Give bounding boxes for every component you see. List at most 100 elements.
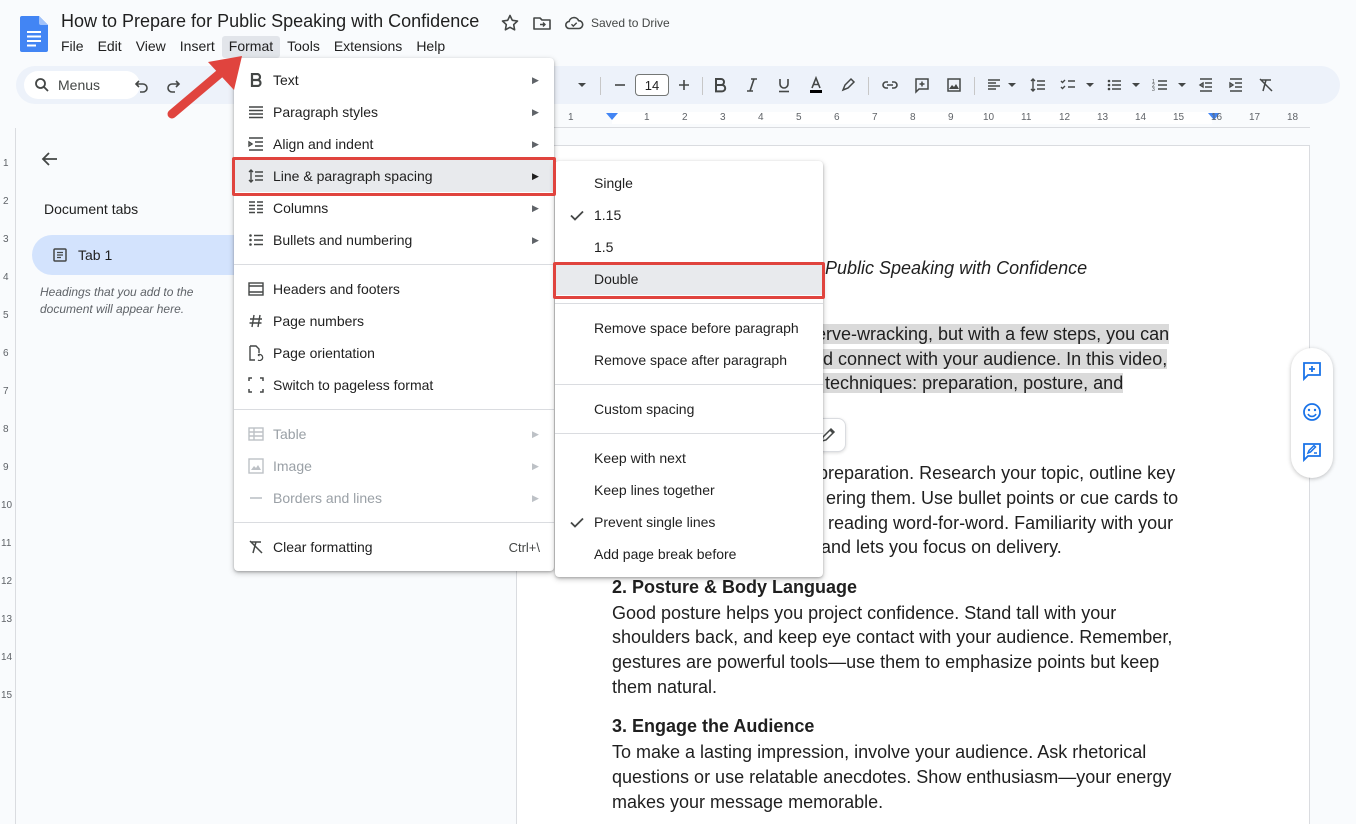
format-menu-clear-formatting[interactable]: Clear formatting Ctrl+\ <box>234 531 554 563</box>
line-spacing-icon[interactable] <box>1028 75 1048 95</box>
section3-line-1[interactable]: To make a lasting impression, involve yo… <box>612 740 1146 765</box>
insert-link-icon[interactable] <box>880 75 900 95</box>
format-menu-align-indent[interactable]: Align and indent ▶ <box>234 128 554 160</box>
svg-text:3: 3 <box>1152 87 1155 93</box>
custom-spacing[interactable]: Custom spacing <box>555 393 823 425</box>
insert-image-icon[interactable] <box>944 75 964 95</box>
section2-heading[interactable]: 2. Posture & Body Language <box>612 577 857 598</box>
section2-line-4[interactable]: them natural. <box>612 675 717 700</box>
intro-line-3[interactable]: l techniques: preparation, posture, and <box>816 371 1124 396</box>
spacing-single[interactable]: Single <box>555 167 823 199</box>
checklist-icon[interactable] <box>1058 75 1078 95</box>
format-menu-headers-footers[interactable]: Headers and footers <box>234 273 554 305</box>
section3-line-2[interactable]: questions or use relatable anecdotes. Sh… <box>612 765 1171 790</box>
format-menu-text[interactable]: Text ▶ <box>234 64 554 96</box>
menu-divider <box>555 384 823 385</box>
document-heading-title[interactable]: Public Speaking with Confidence <box>825 258 1087 279</box>
highlight-color-icon[interactable] <box>838 75 858 95</box>
numbered-list-icon[interactable]: 123 <box>1150 75 1170 95</box>
bulleted-list-icon[interactable] <box>1104 75 1124 95</box>
horizontal-ruler[interactable]: 1 1 2 3 4 5 6 7 8 9 10 11 12 13 14 15 16… <box>516 108 1310 128</box>
checklist-dropdown-chevron-icon[interactable] <box>1080 75 1100 95</box>
menus-search-box[interactable]: Menus <box>24 71 140 99</box>
section3-line-3[interactable]: makes your message memorable. <box>612 790 883 815</box>
align-dropdown-chevron-icon[interactable] <box>1002 75 1022 95</box>
google-docs-logo-icon[interactable] <box>20 16 48 52</box>
spacing-1-5[interactable]: 1.5 <box>555 231 823 263</box>
checkmark-icon <box>570 517 584 528</box>
bold-icon[interactable] <box>710 75 730 95</box>
increase-font-size-icon[interactable] <box>674 75 694 95</box>
menu-file[interactable]: File <box>54 36 91 58</box>
section1-line-1[interactable]: preparation. Research your topic, outlin… <box>818 461 1175 486</box>
prevent-single-lines[interactable]: Prevent single lines <box>555 506 823 538</box>
undo-icon[interactable] <box>132 75 152 95</box>
back-arrow-icon[interactable] <box>40 149 60 169</box>
add-comment-icon[interactable] <box>912 75 932 95</box>
document-tab-label: Tab 1 <box>78 247 113 263</box>
intro-line-1[interactable]: erve-wracking, but with a few steps, you… <box>816 322 1170 347</box>
format-menu-page-numbers[interactable]: Page numbers <box>234 305 554 337</box>
keep-with-next[interactable]: Keep with next <box>555 442 823 474</box>
move-folder-icon[interactable] <box>532 13 552 33</box>
menubar: File Edit View Insert Format Tools Exten… <box>54 36 452 58</box>
image-icon <box>246 456 266 476</box>
font-dropdown-chevron-icon[interactable] <box>572 75 592 95</box>
star-icon[interactable] <box>500 13 520 33</box>
cloud-saved-icon[interactable] <box>564 13 584 33</box>
menu-help[interactable]: Help <box>409 36 452 58</box>
menu-divider <box>234 264 554 265</box>
document-title[interactable]: How to Prepare for Public Speaking with … <box>61 11 479 32</box>
document-tabs-heading: Document tabs <box>44 201 139 217</box>
shortcut-label: Ctrl+\ <box>508 539 540 555</box>
vertical-ruler[interactable]: 1 2 3 4 5 6 7 8 9 10 11 12 13 14 15 <box>0 128 16 824</box>
section2-line-3[interactable]: gestures are powerful tools—use them to … <box>612 650 1159 675</box>
line-spacing-submenu: Single 1.15 1.5 Double Remove space befo… <box>555 161 823 577</box>
section1-line-3[interactable]: reading word-for-word. Familiarity with … <box>828 511 1173 536</box>
submenu-arrow-icon: ▶ <box>532 138 539 149</box>
save-status: Saved to Drive <box>591 16 670 30</box>
document-tab-icon <box>53 248 67 262</box>
format-menu-pageless[interactable]: Switch to pageless format <box>234 369 554 401</box>
document-tab-1[interactable]: Tab 1 <box>32 235 262 275</box>
format-menu-page-orientation[interactable]: Page orientation <box>234 337 554 369</box>
suggest-edits-icon[interactable] <box>1301 441 1323 463</box>
intro-line-2[interactable]: d connect with your audience. In this vi… <box>823 347 1168 372</box>
format-menu-paragraph-styles[interactable]: Paragraph styles ▶ <box>234 96 554 128</box>
menu-tools[interactable]: Tools <box>280 36 327 58</box>
section1-line-4[interactable]: and lets you focus on delivery. <box>821 535 1062 560</box>
section3-heading[interactable]: 3. Engage the Audience <box>612 716 814 737</box>
underline-icon[interactable] <box>774 75 794 95</box>
align-indent-icon <box>246 134 266 154</box>
italic-icon[interactable] <box>742 75 762 95</box>
increase-indent-icon[interactable] <box>1226 75 1246 95</box>
numbered-list-dropdown-chevron-icon[interactable] <box>1172 75 1192 95</box>
submenu-arrow-icon: ▶ <box>532 202 539 213</box>
remove-space-after[interactable]: Remove space after paragraph <box>555 344 823 376</box>
text-color-icon[interactable] <box>806 75 826 95</box>
columns-icon <box>246 198 266 218</box>
section1-line-2[interactable]: ering them. Use bullet points or cue car… <box>826 486 1178 511</box>
emoji-reaction-icon[interactable] <box>1301 401 1323 423</box>
decrease-font-size-icon[interactable] <box>610 75 630 95</box>
borders-icon <box>246 488 266 508</box>
clear-formatting-icon[interactable] <box>1256 75 1276 95</box>
font-size-input[interactable]: 14 <box>635 74 669 96</box>
section2-line-1[interactable]: Good posture helps you project confidenc… <box>612 601 1116 626</box>
annotation-highlight-double <box>553 262 825 299</box>
align-left-icon[interactable] <box>984 75 1004 95</box>
menu-edit[interactable]: Edit <box>91 36 129 58</box>
keep-lines-together[interactable]: Keep lines together <box>555 474 823 506</box>
format-menu-bullets-numbering[interactable]: Bullets and numbering ▶ <box>234 224 554 256</box>
submenu-arrow-icon: ▶ <box>532 492 539 503</box>
decrease-indent-icon[interactable] <box>1196 75 1216 95</box>
add-comment-icon[interactable] <box>1301 360 1323 382</box>
section2-line-2[interactable]: shoulders back, and keep eye contact wit… <box>612 625 1172 650</box>
annotation-highlight-line-spacing <box>232 157 556 196</box>
bulleted-list-dropdown-chevron-icon[interactable] <box>1126 75 1146 95</box>
format-menu-columns[interactable]: Columns ▶ <box>234 192 554 224</box>
spacing-1-15[interactable]: 1.15 <box>555 199 823 231</box>
add-page-break-before[interactable]: Add page break before <box>555 538 823 570</box>
menu-extensions[interactable]: Extensions <box>327 36 409 58</box>
remove-space-before[interactable]: Remove space before paragraph <box>555 312 823 344</box>
